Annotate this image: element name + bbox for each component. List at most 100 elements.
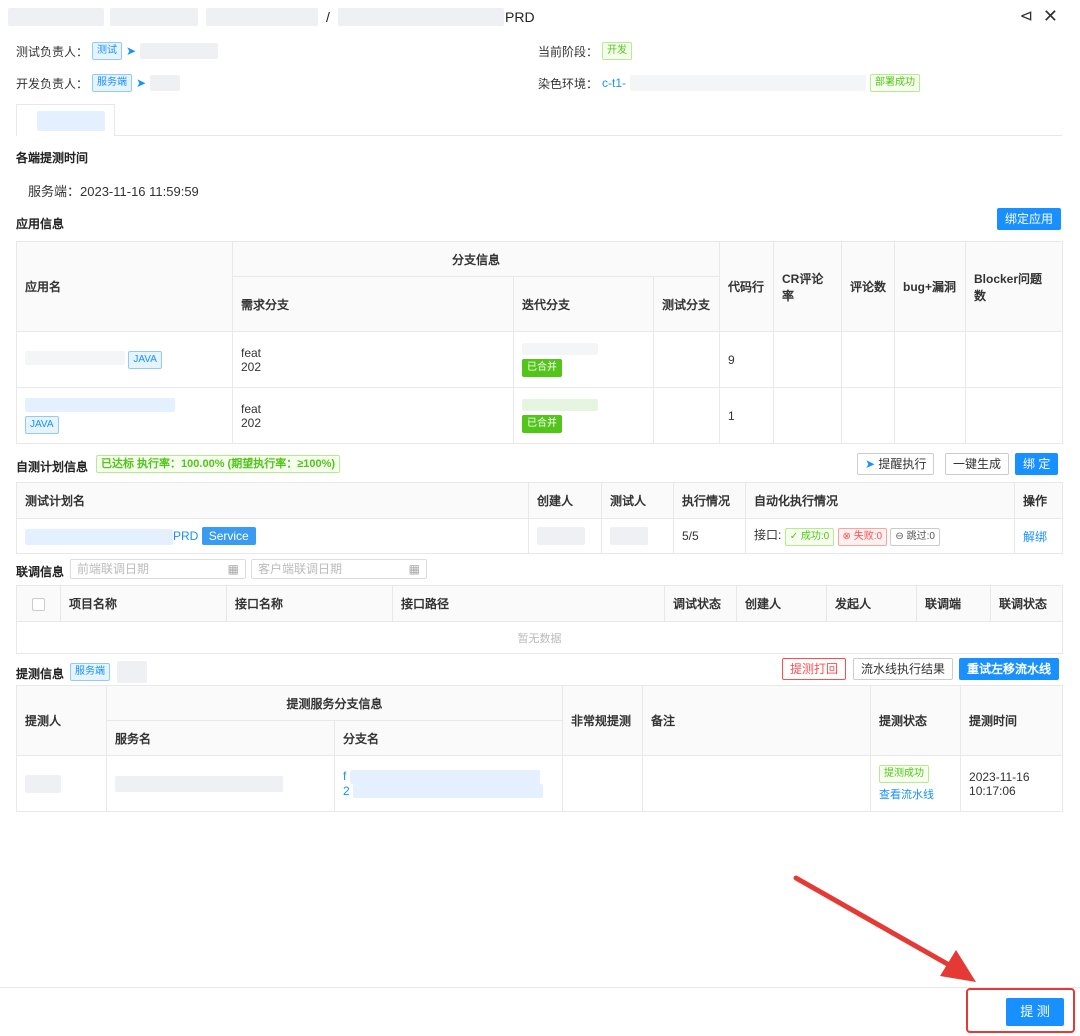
submit-time-title: 各端提测时间 (16, 151, 89, 165)
submit-status-tag: 提测成功 (879, 765, 930, 783)
req-branch-prefix: feat (241, 401, 262, 416)
tab-active[interactable] (16, 104, 115, 136)
one-click-generate-button[interactable]: 一键生成 (945, 453, 1010, 475)
branch-link[interactable]: f (343, 769, 554, 784)
remind-exec-button[interactable]: ➤ 提醒执行 (857, 453, 935, 475)
plan-name-link[interactable]: PRD (173, 529, 198, 543)
calendar-icon: ▦ (408, 562, 420, 576)
col-auto-exec: 自动化执行情况 (745, 482, 1015, 519)
empty-state: 暂无数据 (16, 621, 1063, 654)
col-joint-status: 联调状态 (990, 585, 1063, 622)
col-test-branch: 测试分支 (653, 276, 720, 332)
share-icon[interactable]: ⊲ (1020, 6, 1033, 27)
col-initiator: 发起人 (826, 585, 917, 622)
col-blocker: Blocker问题数 (965, 241, 1063, 332)
title-redacted-1 (8, 8, 104, 26)
bind-plan-button[interactable]: 绑 定 (1015, 453, 1059, 475)
retry-pipeline-button[interactable]: 重试左移流水线 (959, 658, 1060, 680)
submit-time-date: 2023-11-16 (969, 769, 1030, 784)
col-project: 项目名称 (60, 585, 227, 622)
app-table: 应用名 分支信息 代码行 CR评论率 评论数 bug+漏洞 Blocker问题数… (16, 241, 1063, 444)
test-owner-label: 测试负责人： (16, 44, 89, 59)
col-service-branch: 提测服务分支信息 (105, 685, 564, 721)
dev-owner-label: 开发负责人： (16, 76, 89, 91)
page-title-suffix: PRD (505, 9, 535, 25)
lang-tag: JAVA (25, 415, 59, 434)
front-date-input[interactable]: 前端联调日期 ▦ (70, 559, 246, 579)
env-row: 染色环境： c-t1- 部署成功 (538, 74, 921, 92)
req-branch-year: 202 (241, 359, 262, 374)
col-app-name: 应用名 (16, 241, 233, 332)
col-plan-name: 测试计划名 (16, 482, 529, 519)
exec-value: 5/5 (673, 518, 746, 554)
close-icon[interactable]: ✕ (1043, 6, 1058, 27)
env-link[interactable]: c-t1- (602, 76, 626, 90)
env-label: 染色环境： (538, 76, 599, 91)
branch-link[interactable]: 2 (343, 784, 554, 799)
col-branch-name: 分支名 (333, 720, 564, 756)
joint-table: 项目名称 接口名称 接口路径 调试状态 创建人 发起人 联调端 联调状态 暂无数… (16, 585, 1063, 654)
col-branch-info: 分支信息 (232, 241, 720, 277)
req-branch-prefix: feat (241, 345, 262, 360)
send-icon[interactable]: ➤ (136, 76, 146, 90)
submit-test-button[interactable]: 提 测 (1006, 998, 1064, 1026)
env-redacted (630, 75, 867, 91)
title-redacted-2 (110, 8, 198, 26)
col-service-name: 服务名 (106, 720, 335, 756)
api-label: 接口: (754, 528, 782, 542)
client-date-input[interactable]: 客户端联调日期 ▦ (251, 559, 427, 579)
col-submitter: 提测人 (16, 685, 107, 756)
dev-owner-tag: 服务端 (92, 74, 133, 92)
selftest-rate-badge: 已达标 执行率：100.00% (期望执行率：≥100%) (96, 455, 341, 473)
col-cr-rate: CR评论率 (773, 241, 842, 332)
unbind-link[interactable]: 解绑 (1023, 530, 1047, 544)
title-bar: / PRD ⊲ ✕ (0, 0, 1080, 34)
test-owner-tag: 测试 (92, 42, 123, 60)
stage-label: 当前阶段： (538, 44, 599, 59)
send-icon[interactable]: ➤ (126, 44, 136, 58)
req-branch-year: 202 (241, 415, 262, 430)
col-action: 操作 (1014, 482, 1063, 519)
stage-tag: 开发 (602, 42, 633, 60)
env-status-tag: 部署成功 (870, 74, 921, 92)
skip-count-tag: ⊖ 跳过:0 (890, 528, 940, 546)
tab-divider (115, 135, 1062, 136)
bind-app-button[interactable]: 绑定应用 (997, 208, 1062, 230)
title-separator: / (326, 9, 330, 25)
col-debug-status: 调试状态 (664, 585, 737, 622)
merged-tag: 已合并 (522, 414, 562, 433)
submit-info-tag: 服务端 (70, 663, 110, 681)
col-time: 提测时间 (960, 685, 1064, 756)
col-bugs: bug+漏洞 (894, 241, 966, 332)
selftest-table: 测试计划名 创建人 测试人 执行情况 自动化执行情况 操作 PRD Servic… (16, 482, 1063, 554)
col-api-path: 接口路径 (392, 585, 665, 622)
service-tag: Service (201, 527, 256, 545)
code-lines-value: 9 (728, 352, 735, 367)
col-creator: 创建人 (528, 482, 602, 519)
col-irregular: 非常规提测 (562, 685, 644, 756)
pipeline-result-button[interactable]: 流水线执行结果 (853, 658, 954, 680)
table-row: JAVA feat 202 已合并 1 (16, 387, 1063, 444)
select-all-checkbox[interactable] (32, 597, 45, 611)
send-icon: ➤ (865, 457, 876, 471)
col-remark: 备注 (642, 685, 872, 756)
submit-info-title: 提测信息 (16, 667, 65, 681)
view-pipeline-link[interactable]: 查看流水线 (879, 786, 952, 802)
submit-table: 提测人 提测服务分支信息 非常规提测 备注 提测状态 提测时间 服务名 分支名 … (16, 685, 1064, 812)
submit-reject-button[interactable]: 提测打回 (782, 658, 847, 680)
app-info-title: 应用信息 (16, 217, 65, 231)
dev-owner-redacted (150, 75, 181, 91)
table-row: PRD Service 5/5 接口: ✓ 成功:0 ⊗ 失败:0 ⊖ 跳过:0… (16, 518, 1063, 554)
col-req-branch: 需求分支 (232, 276, 514, 332)
title-redacted-3 (206, 8, 318, 26)
merged-tag: 已合并 (522, 358, 562, 377)
code-lines-value: 1 (728, 408, 735, 423)
stage-row: 当前阶段： 开发 (538, 42, 633, 60)
test-owner-row: 测试负责人： 测试 ➤ (16, 42, 219, 60)
col-status: 提测状态 (870, 685, 962, 756)
col-code-lines: 代码行 (719, 241, 774, 332)
dev-owner-row: 开发负责人： 服务端 ➤ (16, 74, 181, 92)
table-row: f 2 提测成功 查看流水线 2023-11-16 10:17:06 (16, 755, 1064, 812)
col-tester: 测试人 (601, 482, 674, 519)
success-count-tag: ✓ 成功:0 (784, 528, 835, 546)
